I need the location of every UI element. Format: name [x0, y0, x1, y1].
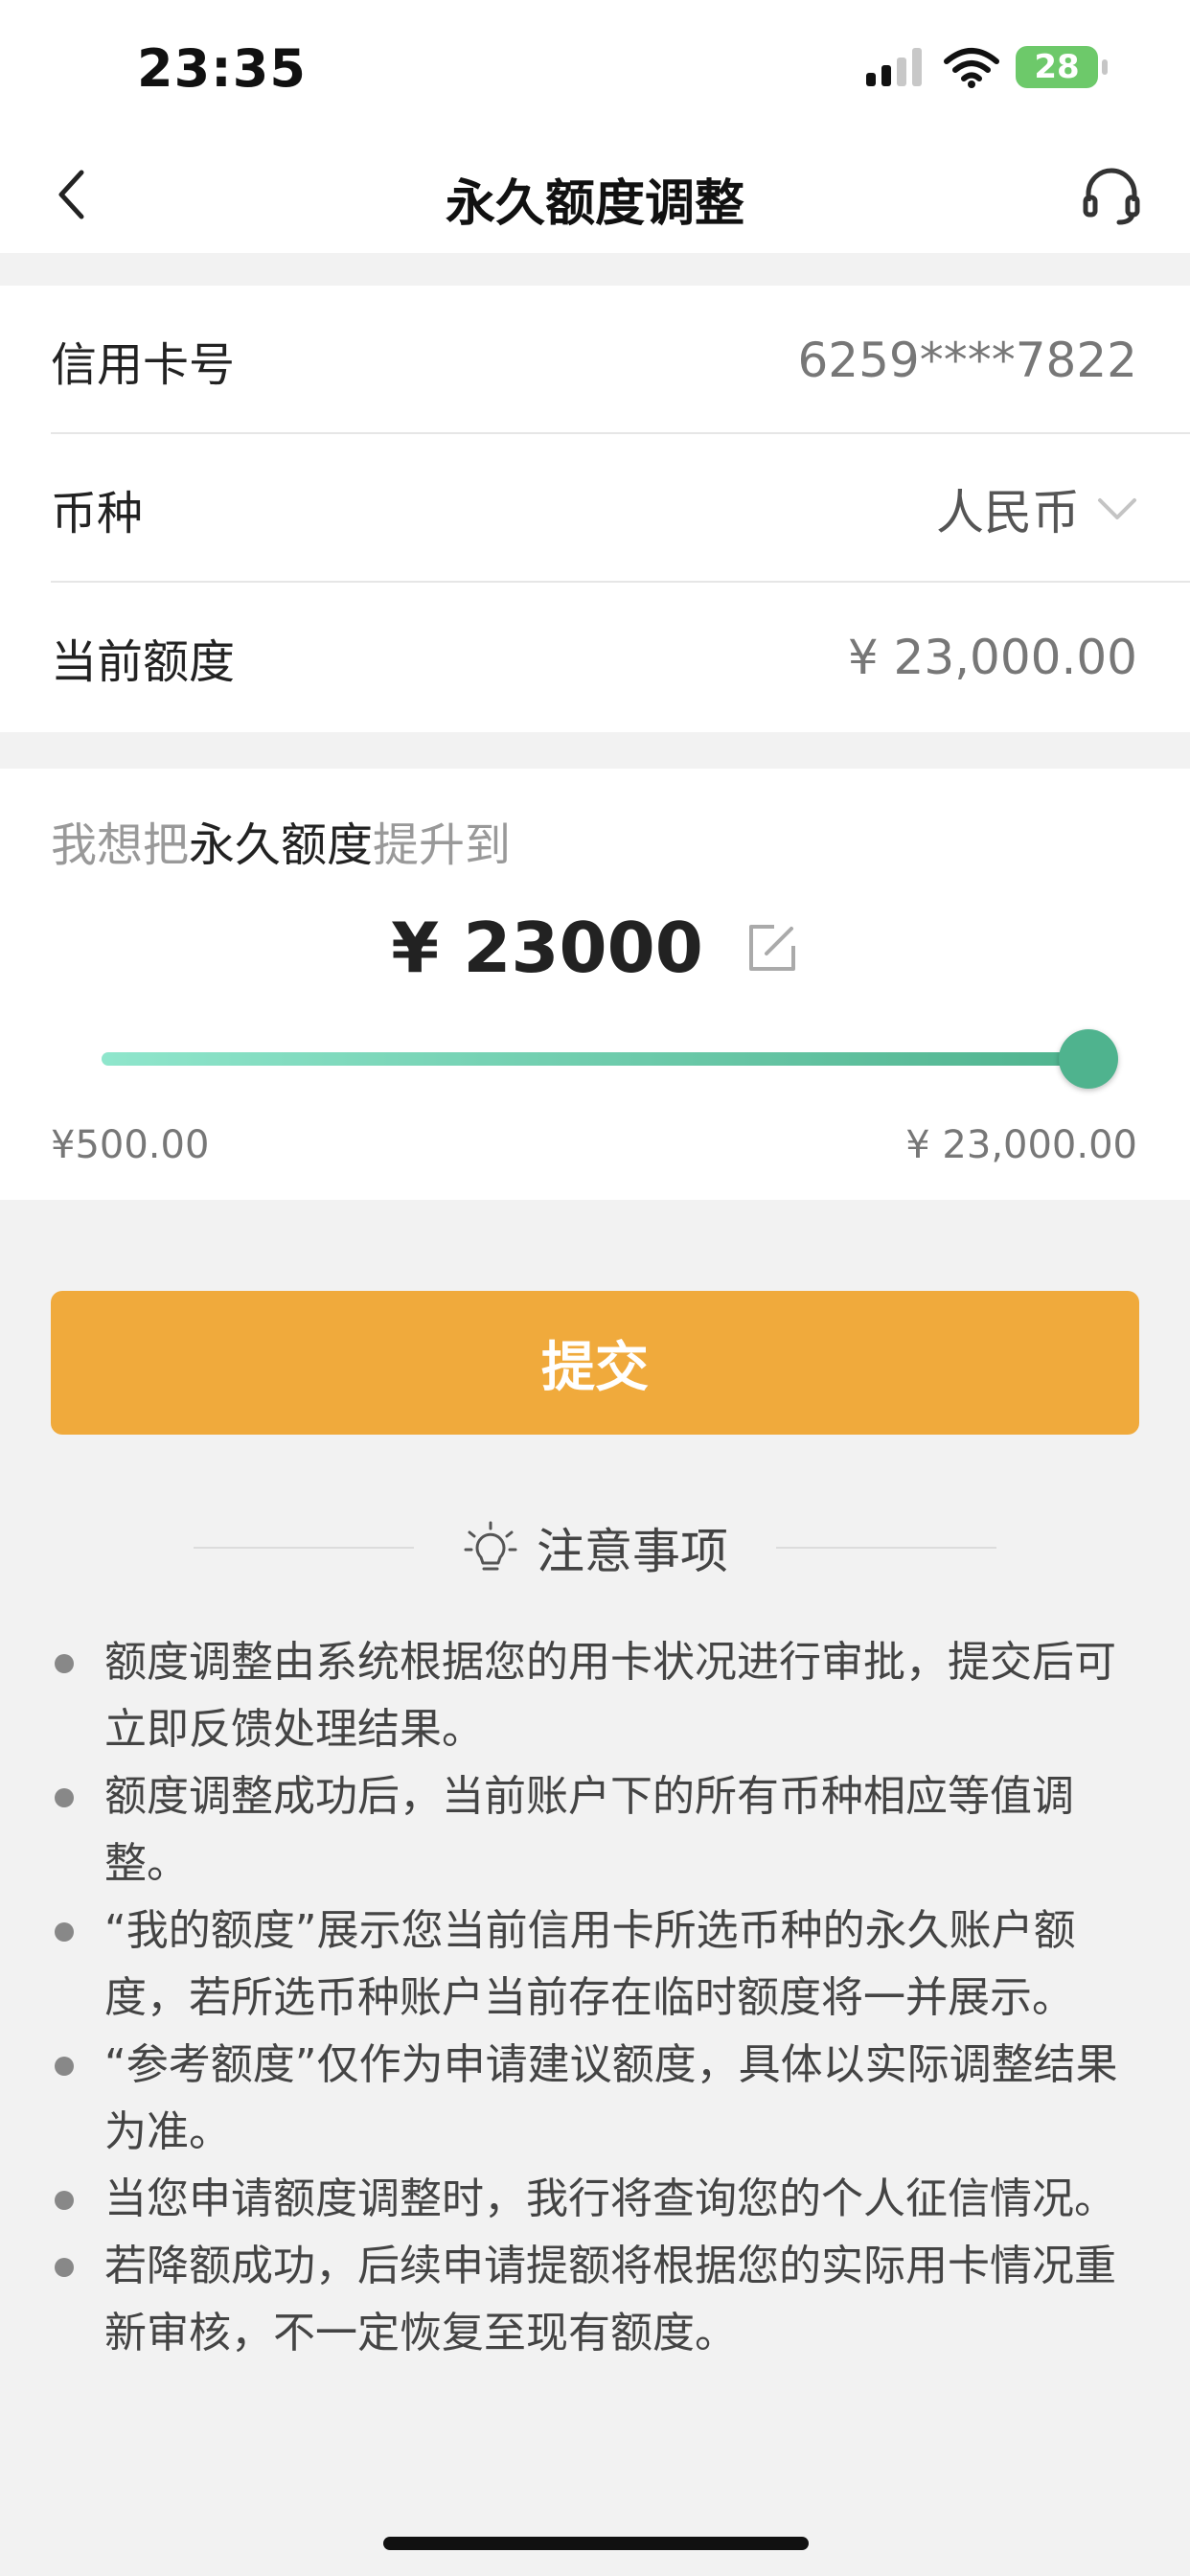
limit-slider-track[interactable] [102, 1052, 1088, 1066]
currency-select[interactable]: 人民币 [936, 474, 1137, 543]
page-title: 永久额度调整 [445, 175, 744, 233]
list-item: “参考额度”仅作为申请建议额度，具体以实际调整结果为准。 [51, 2032, 1137, 2166]
list-item: 额度调整成功后，当前账户下的所有币种相应等值调整。 [51, 1763, 1137, 1898]
battery-level: 28 [1034, 48, 1080, 86]
current-limit-label: 当前额度 [51, 634, 236, 689]
notice-title: 注意事项 [462, 1513, 728, 1582]
card-number-row: 信用卡号 6259****7822 [51, 286, 1190, 434]
customer-service-button[interactable] [1075, 159, 1148, 232]
prompt-highlight: 永久额度 [189, 818, 374, 872]
submit-button[interactable]: 提交 [51, 1291, 1139, 1435]
status-icons: 28 [864, 46, 1108, 88]
limit-adjust-section: 我想把永久额度提升到 ¥ 23000 ¥500.00 ¥ 23,000.00 [0, 769, 1190, 1200]
slider-min-label: ¥500.00 [51, 1123, 210, 1167]
list-item: “我的额度”展示您当前信用卡所选币种的永久账户额度，若所选币种账户当前存在临时额… [51, 1898, 1137, 2032]
divider [194, 1547, 414, 1549]
currency-value: 人民币 [936, 484, 1080, 540]
cellular-signal-icon [866, 48, 922, 86]
list-item: 若降额成功，后续申请提额将根据您的实际用卡情况重新审核，不一定恢复至现有额度。 [51, 2233, 1137, 2367]
home-indicator [383, 2537, 809, 2550]
headset-icon [1083, 168, 1140, 225]
prompt-prefix: 我想把 [51, 818, 190, 872]
prompt-suffix: 提升到 [373, 818, 512, 872]
notice-header: 注意事项 [0, 1509, 1190, 1586]
list-item: 额度调整由系统根据您的用卡状况进行审批，提交后可立即反馈处理结果。 [51, 1629, 1137, 1763]
battery-icon: 28 [1016, 46, 1108, 88]
card-number-label: 信用卡号 [51, 337, 236, 392]
card-info-section: 信用卡号 6259****7822 币种 人民币 当前额度 ¥ 23,000.0… [0, 286, 1190, 732]
status-bar: 23:35 28 [0, 0, 1190, 134]
chevron-down-icon [1098, 497, 1136, 519]
lightbulb-icon [464, 1521, 517, 1571]
currency-label: 币种 [51, 486, 144, 540]
limit-slider-thumb[interactable] [1059, 1029, 1118, 1089]
currency-row[interactable]: 币种 人民币 [51, 434, 1190, 583]
nav-bar: 永久额度调整 [0, 134, 1190, 253]
notice-title-text: 注意事项 [537, 1524, 728, 1579]
card-number-value: 6259****7822 [797, 332, 1138, 388]
target-amount: ¥ 23000 [391, 908, 703, 988]
adjust-prompt: 我想把永久额度提升到 [51, 807, 511, 874]
status-time: 23:35 [137, 38, 307, 99]
slider-max-label: ¥ 23,000.00 [905, 1123, 1137, 1167]
amount-display: ¥ 23000 [0, 908, 1190, 988]
wifi-icon [944, 48, 999, 88]
list-item: 当您申请额度调整时，我行将查询您的个人征信情况。 [51, 2166, 1137, 2233]
divider [776, 1547, 996, 1549]
current-limit-value: ¥ 23,000.00 [847, 629, 1137, 685]
current-limit-row: 当前额度 ¥ 23,000.00 [51, 583, 1190, 731]
notice-list: 额度调整由系统根据您的用卡状况进行审批，提交后可立即反馈处理结果。 额度调整成功… [51, 1629, 1137, 2367]
edit-icon[interactable] [745, 921, 799, 975]
